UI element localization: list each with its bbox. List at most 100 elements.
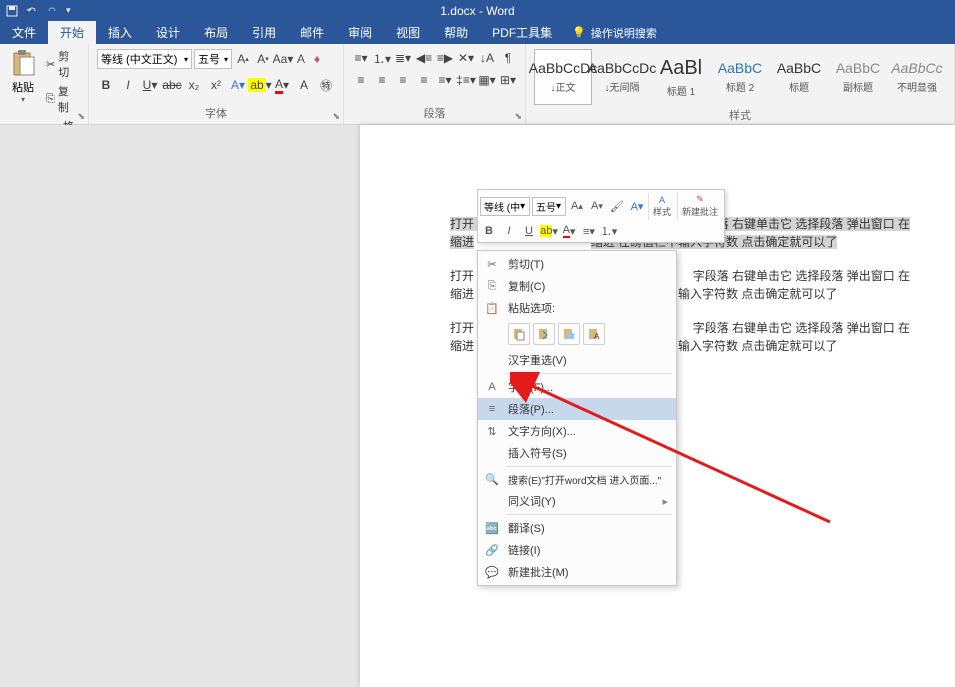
font-launcher[interactable]: ⬊ (332, 111, 340, 122)
lightbulb-icon: 💡 (572, 26, 586, 39)
clipboard-launcher[interactable]: ⬊ (77, 111, 85, 122)
ctx-paste-label: 📋粘贴选项: (478, 297, 676, 319)
line-spacing-button[interactable]: ‡≡▾ (457, 71, 475, 89)
increase-indent-button[interactable]: ≡▶ (436, 49, 454, 67)
tab-view[interactable]: 视图 (384, 21, 432, 44)
tab-home[interactable]: 开始 (48, 21, 96, 44)
tab-help[interactable]: 帮助 (432, 21, 480, 44)
style-subtitle[interactable]: AaBbC副标题 (829, 49, 887, 105)
mini-bullets[interactable]: ≡▾ (580, 222, 598, 240)
scissors-icon: ✂ (46, 58, 55, 71)
copy-button[interactable]: ⎘复制 (43, 82, 82, 116)
shrink-font-button[interactable]: A▾ (254, 50, 272, 68)
bold-button[interactable]: B (97, 76, 115, 94)
superscript-button[interactable]: x² (207, 76, 225, 94)
phonetic-guide-button[interactable]: A (294, 50, 308, 68)
borders-button[interactable]: ⊞▾ (499, 71, 517, 89)
tell-me-search[interactable]: 💡 操作说明搜索 (564, 21, 665, 44)
svg-text:A: A (594, 332, 600, 341)
tab-mailings[interactable]: 邮件 (288, 21, 336, 44)
ctx-link[interactable]: 🔗链接(I) (478, 539, 676, 561)
mini-numbering[interactable]: ⒈▾ (600, 222, 618, 240)
font-color-button[interactable]: A▾ (273, 76, 291, 94)
mini-font-combo[interactable]: 等线 (中▾ (480, 197, 530, 216)
style-heading1[interactable]: AaBl标题 1 (652, 49, 710, 105)
numbering-button[interactable]: ⒈▾ (373, 49, 391, 67)
ctx-reselect-chars[interactable]: 汉字重选(V) (478, 349, 676, 371)
paste-merge[interactable] (533, 323, 555, 345)
ctx-search[interactable]: 🔍搜索(E)"打开word文档 进入页面..." (478, 469, 676, 490)
sort-button[interactable]: ↓A (478, 49, 496, 67)
subscript-button[interactable]: x₂ (185, 76, 203, 94)
tab-design[interactable]: 设计 (144, 21, 192, 44)
paste-picture[interactable] (558, 323, 580, 345)
qat-dropdown-icon[interactable]: ▾ (66, 5, 71, 16)
ctx-font[interactable]: A字体(F)... (478, 376, 676, 398)
mini-size-combo[interactable]: 五号▾ (532, 197, 566, 216)
ctx-translate[interactable]: 🔤翻译(S) (478, 517, 676, 539)
font-name-combo[interactable]: 等线 (中文正文)▾ (97, 49, 192, 69)
tab-insert[interactable]: 插入 (96, 21, 144, 44)
style-title[interactable]: AaBbC标题 (770, 49, 828, 105)
tab-references[interactable]: 引用 (240, 21, 288, 44)
align-center-button[interactable]: ≡ (373, 71, 391, 89)
grow-font-button[interactable]: A▴ (234, 50, 252, 68)
asian-layout-button[interactable]: ✕▾ (457, 49, 475, 67)
undo-icon[interactable] (26, 5, 38, 17)
distribute-button[interactable]: ≡▾ (436, 71, 454, 89)
mini-text-effects[interactable]: A▾ (628, 197, 646, 215)
paste-button[interactable]: 粘贴 ▾ (6, 47, 40, 106)
paragraph-launcher[interactable]: ⬊ (514, 111, 522, 122)
tab-layout[interactable]: 布局 (192, 21, 240, 44)
mini-font-color[interactable]: A▾ (560, 222, 578, 240)
mini-highlight[interactable]: ab▾ (540, 222, 558, 240)
redo-icon[interactable] (46, 5, 58, 17)
ctx-paragraph[interactable]: ≡段落(P)... (478, 398, 676, 420)
style-heading2[interactable]: AaBbC标题 2 (711, 49, 769, 105)
tab-review[interactable]: 审阅 (336, 21, 384, 44)
shading-button[interactable]: ▦▾ (478, 71, 496, 89)
strikethrough-button[interactable]: abc (163, 76, 181, 94)
show-marks-button[interactable]: ¶ (499, 49, 517, 67)
decrease-indent-button[interactable]: ◀≡ (415, 49, 433, 67)
mini-styles-button[interactable]: A样式 (648, 193, 675, 220)
text-effects-button[interactable]: A▾ (229, 76, 247, 94)
tab-pdf-tools[interactable]: PDF工具集 (480, 21, 564, 44)
ctx-copy[interactable]: ⎘复制(C) (478, 275, 676, 297)
mini-bold[interactable]: B (480, 222, 498, 240)
style-no-spacing[interactable]: AaBbCcDc↓无间隔 (593, 49, 651, 105)
justify-button[interactable]: ≡ (415, 71, 433, 89)
highlight-button[interactable]: ab▾ (251, 76, 269, 94)
align-left-button[interactable]: ≡ (352, 71, 370, 89)
paste-keep-source[interactable] (508, 323, 530, 345)
style-normal[interactable]: AaBbCcDc↓正文 (534, 49, 592, 105)
mini-italic[interactable]: I (500, 222, 518, 240)
ctx-text-direction[interactable]: ⇅文字方向(X)... (478, 420, 676, 442)
ctx-insert-symbol[interactable]: 插入符号(S) (478, 442, 676, 464)
mini-shrink-font[interactable]: A▾ (588, 197, 606, 215)
ctx-synonyms[interactable]: 同义词(Y)▸ (478, 490, 676, 512)
mini-underline[interactable]: U (520, 222, 538, 240)
paste-text-only[interactable]: A (583, 323, 605, 345)
char-border-button[interactable]: A (295, 76, 313, 94)
align-right-button[interactable]: ≡ (394, 71, 412, 89)
cut-button[interactable]: ✂剪切 (43, 47, 82, 81)
font-size-combo[interactable]: 五号▾ (194, 49, 232, 69)
underline-button[interactable]: U▾ (141, 76, 159, 94)
style-subtle-emphasis[interactable]: AaBbCc不明显强 (888, 49, 946, 105)
group-paragraph: ≡▾ ⒈▾ ≣▾ ◀≡ ≡▶ ✕▾ ↓A ¶ ≡ ≡ ≡ ≡ ≡▾ ‡≡▾ ▦▾… (344, 44, 526, 124)
bullets-button[interactable]: ≡▾ (352, 49, 370, 67)
mini-grow-font[interactable]: A▴ (568, 197, 586, 215)
clear-format-button[interactable]: ♦ (310, 50, 324, 68)
enclose-char-button[interactable]: ㊕ (317, 76, 335, 94)
italic-button[interactable]: I (119, 76, 137, 94)
save-icon[interactable] (6, 5, 18, 17)
mini-new-comment-button[interactable]: ✎新建批注 (677, 192, 722, 220)
multilevel-button[interactable]: ≣▾ (394, 49, 412, 67)
tab-file[interactable]: 文件 (0, 21, 48, 44)
change-case-button[interactable]: Aa▾ (274, 50, 292, 68)
ctx-cut[interactable]: ✂剪切(T) (478, 253, 676, 275)
mini-format-painter[interactable]: 🖌 (608, 197, 626, 215)
ctx-new-comment[interactable]: 💬新建批注(M) (478, 561, 676, 583)
copy-icon: ⎘ (484, 278, 500, 294)
